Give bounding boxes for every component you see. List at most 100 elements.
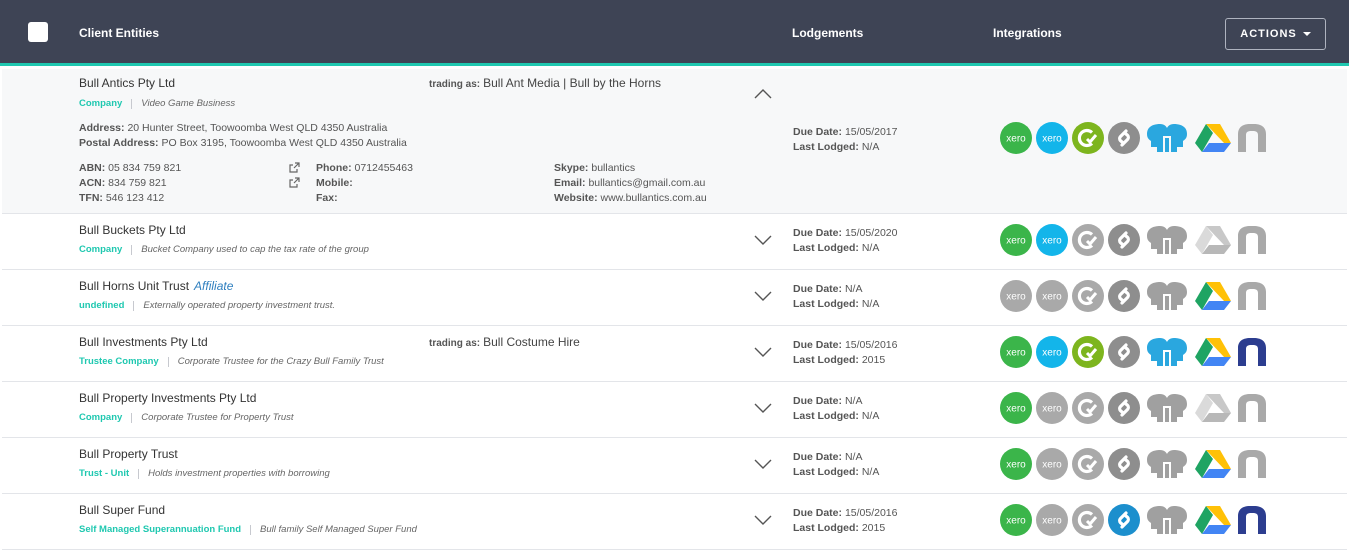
entity-type: Trust - Unit [79, 468, 130, 479]
n-icon[interactable] [1236, 122, 1268, 154]
cyclic-icon[interactable] [1072, 392, 1104, 424]
sync-icon[interactable] [1108, 280, 1140, 312]
xero-icon[interactable]: xero [1036, 224, 1068, 256]
heads-icon[interactable] [1144, 280, 1190, 312]
postal-address-label: Postal Address: [79, 137, 159, 149]
table-row[interactable]: Bull Property Trust Trust - Unit Holds i… [2, 438, 1347, 494]
divider [131, 98, 133, 109]
chevron-down-icon[interactable] [754, 346, 772, 358]
due-date-label: Due Date: [793, 507, 843, 519]
google-drive-icon[interactable] [1194, 448, 1232, 480]
xero-icon[interactable]: xero [1036, 280, 1068, 312]
due-date-label: Due Date: [793, 283, 843, 295]
email-label: Email: [554, 177, 586, 189]
cyclic-icon[interactable] [1072, 448, 1104, 480]
n-icon[interactable] [1236, 392, 1268, 424]
fax-label: Fax: [316, 192, 338, 204]
entity-name[interactable]: Bull Investments Pty Ltd [79, 335, 208, 349]
sync-icon[interactable] [1108, 448, 1140, 480]
entity-description: Corporate Trustee for Property Trust [141, 412, 294, 423]
chevron-down-icon[interactable] [754, 458, 772, 470]
heads-icon[interactable] [1144, 504, 1190, 536]
xero-icon[interactable]: xero [1000, 336, 1032, 368]
n-icon[interactable] [1236, 336, 1268, 368]
actions-button[interactable]: ACTIONS [1225, 18, 1326, 50]
cyclic-icon[interactable] [1072, 336, 1104, 368]
lodgement-info: Due Date: 15/05/2016 Last Lodged: 2015 [793, 506, 898, 536]
tfn-label: TFN: [79, 192, 103, 204]
heads-icon[interactable] [1144, 392, 1190, 424]
cyclic-icon[interactable] [1072, 224, 1104, 256]
xero-icon[interactable]: xero [1036, 122, 1068, 154]
entity-name[interactable]: Bull Antics Pty Ltd [79, 76, 175, 90]
heads-icon[interactable] [1144, 224, 1190, 256]
sync-icon[interactable] [1108, 504, 1140, 536]
xero-icon[interactable]: xero [1000, 224, 1032, 256]
sync-icon[interactable] [1108, 392, 1140, 424]
entity-name[interactable]: Bull Property Trust [79, 447, 178, 461]
xero-icon[interactable]: xero [1000, 504, 1032, 536]
chevron-down-icon[interactable] [754, 402, 772, 414]
google-drive-icon[interactable] [1194, 224, 1232, 256]
lodgement-info: Due Date: N/A Last Lodged: N/A [793, 282, 879, 312]
table-row[interactable]: Bull Investments Pty Ltd trading as: Bull… [2, 326, 1347, 382]
external-link-icon[interactable] [289, 177, 300, 188]
xero-icon[interactable]: xero [1000, 122, 1032, 154]
sync-icon[interactable] [1108, 122, 1140, 154]
table-row[interactable]: Bull Super Fund Self Managed Superannuat… [2, 494, 1347, 550]
last-lodged-label: Last Lodged: [793, 522, 859, 534]
affiliate-tag[interactable]: Affiliate [194, 279, 233, 293]
heads-icon[interactable] [1144, 122, 1190, 154]
chevron-down-icon[interactable] [754, 234, 772, 246]
xero-icon[interactable]: xero [1036, 392, 1068, 424]
cyclic-icon[interactable] [1072, 504, 1104, 536]
column-client-entities[interactable]: Client Entities [79, 26, 159, 40]
xero-icon[interactable]: xero [1036, 504, 1068, 536]
n-icon[interactable] [1236, 280, 1268, 312]
xero-icon[interactable]: xero [1036, 336, 1068, 368]
entity-name[interactable]: Bull Property Investments Pty Ltd [79, 391, 256, 405]
email-value[interactable]: bullantics@gmail.com.au [588, 177, 705, 189]
google-drive-icon[interactable] [1194, 504, 1232, 536]
heads-icon[interactable] [1144, 336, 1190, 368]
xero-icon[interactable]: xero [1000, 448, 1032, 480]
trading-as-label: trading as: [429, 79, 481, 90]
google-drive-icon[interactable] [1194, 392, 1232, 424]
n-icon[interactable] [1236, 504, 1268, 536]
xero-icon[interactable]: xero [1000, 392, 1032, 424]
entity-type: Company [79, 244, 123, 255]
table-row[interactable]: Bull Horns Unit Trust Affiliate undefined… [2, 270, 1347, 326]
sync-icon[interactable] [1108, 336, 1140, 368]
xero-icon[interactable]: xero [1000, 280, 1032, 312]
website-value[interactable]: www.bullantics.com.au [601, 192, 707, 204]
heads-icon[interactable] [1144, 448, 1190, 480]
cyclic-icon[interactable] [1072, 122, 1104, 154]
address-block: Address: 20 Hunter Street, Toowoomba Wes… [79, 121, 407, 151]
column-lodgements[interactable]: Lodgements [792, 26, 863, 40]
phone-value: 0712455463 [354, 162, 413, 174]
svg-text:xero: xero [1006, 348, 1026, 359]
external-link-icon[interactable] [289, 162, 300, 173]
google-drive-icon[interactable] [1194, 280, 1232, 312]
chevron-down-icon[interactable] [754, 514, 772, 526]
entity-name[interactable]: Bull Horns Unit Trust Affiliate [79, 279, 233, 293]
entity-type: Company [79, 412, 123, 423]
sync-icon[interactable] [1108, 224, 1140, 256]
table-row[interactable]: Bull Antics Pty Ltd trading as: Bull Ant … [2, 69, 1347, 214]
divider [133, 300, 135, 311]
cyclic-icon[interactable] [1072, 280, 1104, 312]
google-drive-icon[interactable] [1194, 336, 1232, 368]
table-row[interactable]: Bull Property Investments Pty Ltd Compan… [2, 382, 1347, 438]
google-drive-icon[interactable] [1194, 122, 1232, 154]
entity-name[interactable]: Bull Buckets Pty Ltd [79, 223, 186, 237]
select-all-checkbox[interactable] [28, 22, 48, 42]
xero-icon[interactable]: xero [1036, 448, 1068, 480]
n-icon[interactable] [1236, 448, 1268, 480]
column-integrations[interactable]: Integrations [993, 26, 1062, 40]
table-row[interactable]: Bull Buckets Pty Ltd Company Bucket Comp… [2, 214, 1347, 270]
chevron-up-icon[interactable] [754, 88, 772, 100]
entity-name[interactable]: Bull Super Fund [79, 503, 165, 517]
n-icon[interactable] [1236, 224, 1268, 256]
chevron-down-icon[interactable] [754, 290, 772, 302]
divider [131, 412, 133, 423]
